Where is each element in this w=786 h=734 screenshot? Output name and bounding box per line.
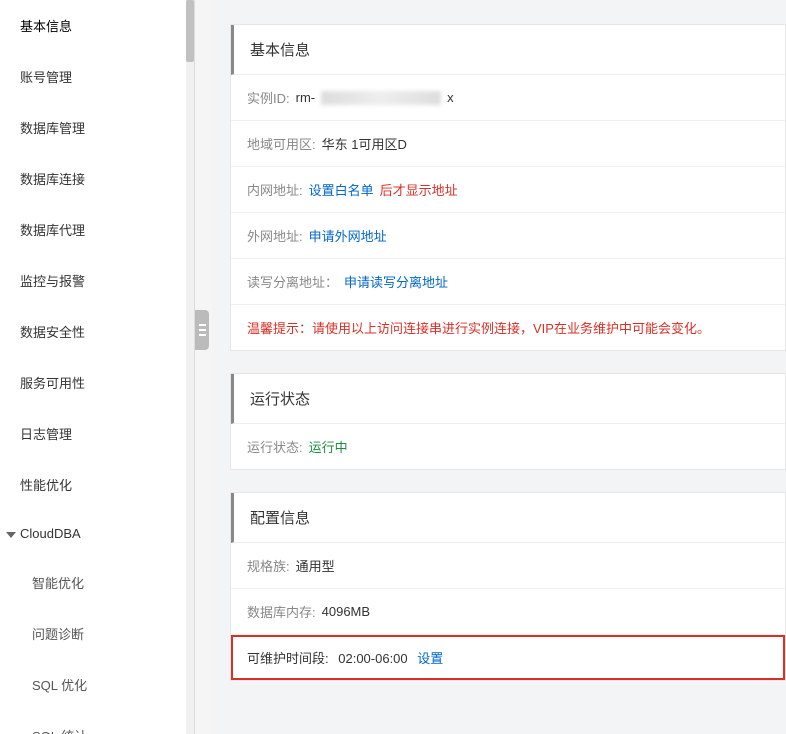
sidebar-item-performance[interactable]: 性能优化 [0, 459, 194, 510]
connection-tip: 温馨提示：请使用以上访问连接串进行实例连接，VIP在业务维护中可能会变化。 [231, 305, 785, 350]
rw-label: 读写分离地址： [247, 272, 338, 291]
main-content: 基本信息 实例ID: rm- x 地域可用区: 华东 1可用区D 内网地址: 设… [212, 0, 786, 734]
row-maintenance-highlighted: 可维护时间段: 02:00-06:00 设置 [231, 635, 785, 680]
intranet-after-text: 后才显示地址 [380, 180, 458, 199]
maintenance-set-link[interactable]: 设置 [417, 651, 443, 666]
panel-config: 配置信息 规格族: 通用型 数据库内存: 4096MB 可维护时间段: 02:0… [230, 492, 786, 681]
row-region: 地域可用区: 华东 1可用区D [231, 121, 785, 167]
panel-status-title: 运行状态 [231, 374, 785, 424]
row-spec: 规格族: 通用型 [231, 543, 785, 589]
row-instance-id: 实例ID: rm- x [231, 75, 785, 121]
intranet-whitelist-link[interactable]: 设置白名单 [309, 180, 374, 199]
panel-config-title: 配置信息 [231, 493, 785, 543]
instance-id-suffix: x [447, 90, 454, 105]
panel-status: 运行状态 运行状态: 运行中 [230, 373, 786, 470]
row-internet: 外网地址: 申请外网地址 [231, 213, 785, 259]
sidebar-item-sql-opt[interactable]: SQL 优化 [0, 659, 194, 710]
status-label: 运行状态: [247, 437, 303, 456]
internet-label: 外网地址: [247, 226, 303, 245]
sidebar-item-smart-opt[interactable]: 智能优化 [0, 557, 194, 608]
sidebar-item-diagnosis[interactable]: 问题诊断 [0, 608, 194, 659]
sidebar-item-database[interactable]: 数据库管理 [0, 102, 194, 153]
instance-id-label: 实例ID: [247, 88, 290, 107]
sidebar-item-monitor[interactable]: 监控与报警 [0, 255, 194, 306]
sidebar-item-connection[interactable]: 数据库连接 [0, 153, 194, 204]
spec-value: 通用型 [296, 556, 335, 575]
status-value: 运行中 [309, 437, 348, 456]
panel-basic-title: 基本信息 [231, 25, 785, 75]
maintenance-label: 可维护时间段: [247, 651, 329, 666]
sidebar-item-clouddba[interactable]: CloudDBA [0, 510, 194, 557]
rw-apply-link[interactable]: 申请读写分离地址 [344, 272, 448, 291]
intranet-label: 内网地址: [247, 180, 303, 199]
internet-apply-link[interactable]: 申请外网地址 [309, 226, 387, 245]
spec-label: 规格族: [247, 556, 290, 575]
sidebar-item-basic-info[interactable]: 基本信息 [0, 0, 194, 51]
sidebar-item-proxy[interactable]: 数据库代理 [0, 204, 194, 255]
memory-label: 数据库内存: [247, 602, 316, 621]
sidebar-collapse-handle[interactable] [195, 310, 209, 350]
row-intranet: 内网地址: 设置白名单 后才显示地址 [231, 167, 785, 213]
scrollbar-track [186, 0, 194, 734]
sidebar-item-logs[interactable]: 日志管理 [0, 408, 194, 459]
instance-id-redacted [321, 91, 441, 105]
row-memory: 数据库内存: 4096MB [231, 589, 785, 635]
row-rw-split: 读写分离地址： 申请读写分离地址 [231, 259, 785, 305]
sidebar-item-availability[interactable]: 服务可用性 [0, 357, 194, 408]
region-label: 地域可用区: [247, 134, 316, 153]
sidebar-item-sql-stats[interactable]: SQL 统计 [0, 710, 194, 734]
sidebar: 基本信息 账号管理 数据库管理 数据库连接 数据库代理 监控与报警 数据安全性 … [0, 0, 195, 734]
panel-basic-info: 基本信息 实例ID: rm- x 地域可用区: 华东 1可用区D 内网地址: 设… [230, 24, 786, 351]
row-status: 运行状态: 运行中 [231, 424, 785, 469]
scrollbar-thumb[interactable] [186, 0, 194, 62]
maintenance-value: 02:00-06:00 [338, 651, 407, 666]
region-value: 华东 1可用区D [322, 134, 407, 153]
sidebar-item-account[interactable]: 账号管理 [0, 51, 194, 102]
sidebar-item-security[interactable]: 数据安全性 [0, 306, 194, 357]
instance-id-prefix: rm- [296, 90, 316, 105]
memory-value: 4096MB [322, 604, 370, 619]
